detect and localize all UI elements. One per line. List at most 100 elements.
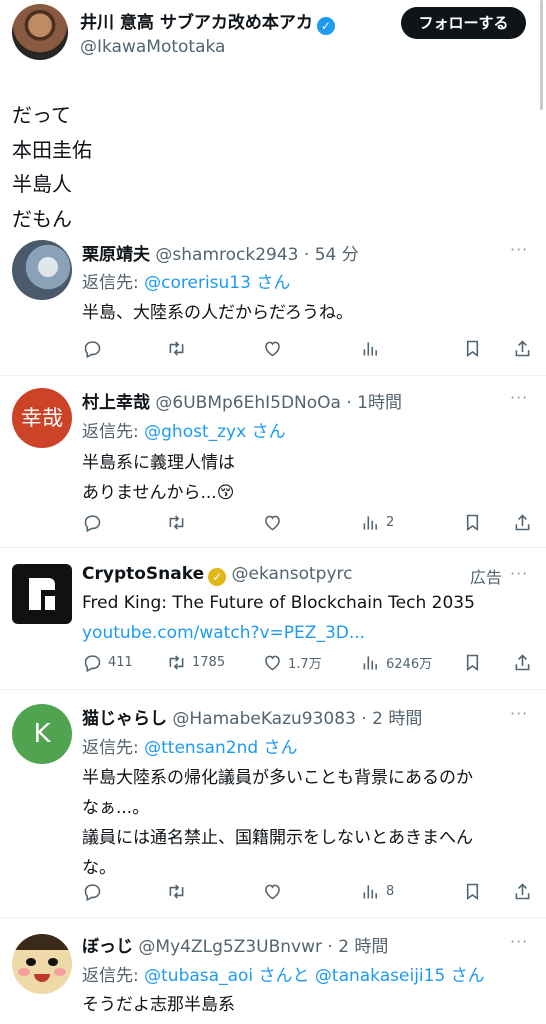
like-button[interactable]: 1.7万 [262,650,322,674]
bookmark-icon [466,340,479,357]
bookmark-icon [466,514,479,531]
like-icon [265,655,280,670]
reply-to-mention[interactable]: @corerisu13 さん [144,273,290,293]
share-button[interactable] [512,879,533,903]
views-button[interactable]: 2 [360,510,394,534]
scrollbar[interactable] [540,0,543,110]
reply-author-handle[interactable]: @My4ZLg5Z3UBnvwr [138,937,322,957]
verified-icon: ✓ [316,17,335,35]
reply-body-line: Fred King: The Future of Blockchain Tech… [82,593,475,613]
reply-body-line: そうだよ志那半島系 [82,995,235,1015]
reply-body-line: 半島系に義理人情は [82,453,235,473]
more-icon[interactable]: ··· [510,388,528,407]
reply-time[interactable]: · 2 時間 [361,709,422,729]
share-button[interactable] [512,336,533,360]
reply-avatar[interactable]: K [12,704,72,764]
reply-button[interactable] [82,510,108,534]
reply-tweet[interactable]: ぼっじ @My4ZLg5Z3UBnvwr · 2 時間 ··· 返信先: @tu… [0,918,546,1024]
reply-author-handle[interactable]: @HamabeKazu93083 [172,709,355,729]
views-button[interactable]: 8 [360,879,394,903]
reply-tweet[interactable]: 栗原靖夫 @shamrock2943 · 54 分 ··· 返信先: @core… [0,230,546,376]
more-icon[interactable]: ··· [510,564,528,583]
follow-button[interactable]: フォローする [401,7,526,39]
reply-button[interactable] [82,336,108,360]
ad-link[interactable]: youtube.com/watch?v=PEZ_3D... [82,618,475,648]
like-count: 1.7万 [288,656,322,672]
action-bar [82,336,534,360]
reply-icon [84,340,101,358]
bookmark-button[interactable] [462,879,483,903]
share-button[interactable] [512,510,533,534]
bookmark-button[interactable] [462,510,483,534]
like-icon [265,884,280,899]
reply-to-mention[interactable]: @tubasa_aoi さんと @tanakaseiji15 さん [144,966,485,986]
views-icon [363,884,377,898]
retweet-icon [169,883,184,899]
reply-time[interactable]: · 1時間 [346,393,402,413]
bookmark-button[interactable] [462,650,483,674]
more-icon[interactable]: ··· [510,704,528,723]
reply-header: 猫じゃらし @HamabeKazu93083 · 2 時間 [82,704,422,729]
reply-icon [84,514,101,532]
reply-body: 半島系に義理人情は ありませんから...😚 [82,448,235,508]
reply-author-name[interactable]: CryptoSnake [82,564,204,584]
reply-author-name[interactable]: ぼっじ [82,937,133,957]
reply-body-line: 半島大陸系の帰化議員が多いことも背景にあるのか [82,768,473,788]
reply-to-mention[interactable]: @ttensan2nd さん [144,738,297,758]
more-icon[interactable]: ··· [510,932,528,951]
retweet-button[interactable] [166,510,192,534]
reply-header: 村上幸哉 @6UBMp6EhI5DNoOa · 1時間 [82,388,402,413]
tweet-header: 井川 意高 サブアカ改め本アカ ✓ @IkawaMototaka フォローする [0,0,546,70]
reply-author-name[interactable]: 村上幸哉 [82,393,150,413]
reply-body-line: 半島、大陸系の人だからだろうね。 [82,303,353,323]
action-bar: 411 1785 1.7万 6246万 [82,650,534,674]
reply-author-handle[interactable]: @ekansotpyrc [232,564,353,584]
share-button[interactable] [512,650,533,674]
reply-button[interactable]: 411 [82,650,133,674]
retweet-count: 1785 [192,654,226,670]
views-button[interactable] [360,336,386,360]
reply-count: 411 [108,654,133,670]
retweet-button[interactable]: 1785 [166,650,225,674]
reply-author-name[interactable]: 栗原靖夫 [82,245,150,265]
reply-icon [84,654,101,672]
author-handle[interactable]: @IkawaMototaka [80,37,225,57]
retweet-button[interactable] [166,879,192,903]
retweet-button[interactable] [166,336,192,360]
reply-time[interactable]: · 2 時間 [327,937,388,957]
retweet-icon [169,514,184,530]
reply-author-handle[interactable]: @shamrock2943 [155,245,298,265]
author-name[interactable]: 井川 意高 サブアカ改め本アカ ✓ [80,8,335,35]
reply-avatar[interactable] [12,240,72,300]
reply-author-handle[interactable]: @6UBMp6EhI5DNoOa [155,393,341,413]
reply-to-mention[interactable]: @ghost_zyx さん [144,422,285,442]
more-icon[interactable]: ··· [510,240,528,259]
like-button[interactable] [262,510,288,534]
views-icon [363,341,377,355]
reply-header: CryptoSnake ✓ @ekansotpyrc [82,564,352,586]
reply-body-line: なぁ...。 [82,798,150,818]
verified-icon: ✓ [208,568,227,586]
like-button[interactable] [262,879,288,903]
reply-author-name[interactable]: 猫じゃらし [82,709,167,729]
share-icon [515,882,530,899]
bookmark-icon [466,654,479,671]
reply-body: そうだよ志那半島系 [82,990,235,1020]
reply-button[interactable] [82,879,108,903]
promoted-tweet[interactable]: CryptoSnake ✓ @ekansotpyrc 広告 ··· Fred Ki… [0,548,546,690]
author-avatar[interactable] [12,4,68,60]
reply-avatar[interactable]: 幸哉 [12,388,72,448]
reply-time[interactable]: · 54 分 [304,245,359,265]
reply-tweet[interactable]: 幸哉 村上幸哉 @6UBMp6EhI5DNoOa · 1時間 ··· 返信先: … [0,376,546,548]
reply-avatar[interactable] [12,564,72,624]
reply-tweet[interactable]: K 猫じゃらし @HamabeKazu93083 · 2 時間 ··· 返信先:… [0,690,546,918]
reply-avatar[interactable] [12,934,72,994]
like-icon [265,341,280,356]
action-bar: 2 [82,510,534,534]
like-button[interactable] [262,336,288,360]
views-button[interactable]: 6246万 [360,650,432,674]
tweet-line: だって [12,103,71,127]
bookmark-button[interactable] [462,336,483,360]
reply-body: Fred King: The Future of Blockchain Tech… [82,588,475,648]
ad-label: 広告 [470,568,503,587]
